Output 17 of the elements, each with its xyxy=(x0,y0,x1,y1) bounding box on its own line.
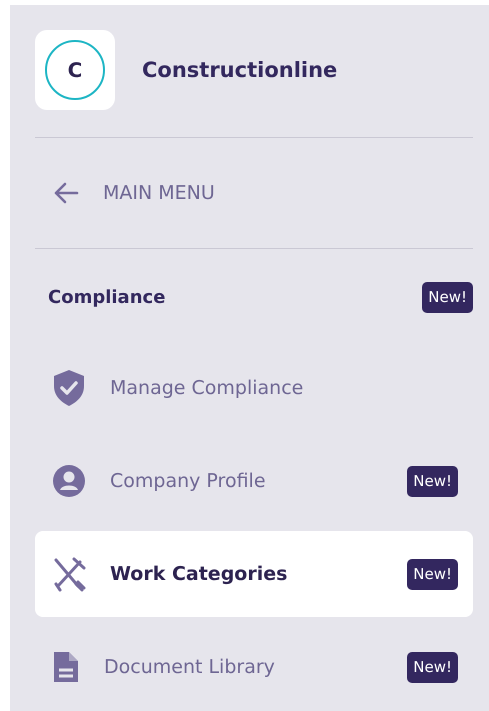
user-icon xyxy=(52,464,86,498)
brand-name: Constructionline xyxy=(142,58,338,82)
menu-item[interactable]: Work Categories New! xyxy=(35,531,473,617)
tools-icon xyxy=(52,556,86,592)
section-title: Compliance xyxy=(48,286,166,308)
back-arrow-icon xyxy=(53,182,79,204)
menu-item[interactable]: Document Library New! xyxy=(35,624,473,710)
menu-item[interactable]: Company Profile New! xyxy=(35,438,473,524)
new-badge: New! xyxy=(407,558,458,590)
main-menu-link[interactable]: MAIN MENU xyxy=(35,138,473,248)
shield-check-icon xyxy=(52,369,86,407)
logo: C xyxy=(35,30,115,110)
new-badge: New! xyxy=(407,466,458,496)
document-icon xyxy=(52,650,80,684)
new-badge: New! xyxy=(422,282,473,312)
menu-item[interactable]: Manage Compliance xyxy=(35,345,473,431)
new-badge: New! xyxy=(407,652,458,682)
